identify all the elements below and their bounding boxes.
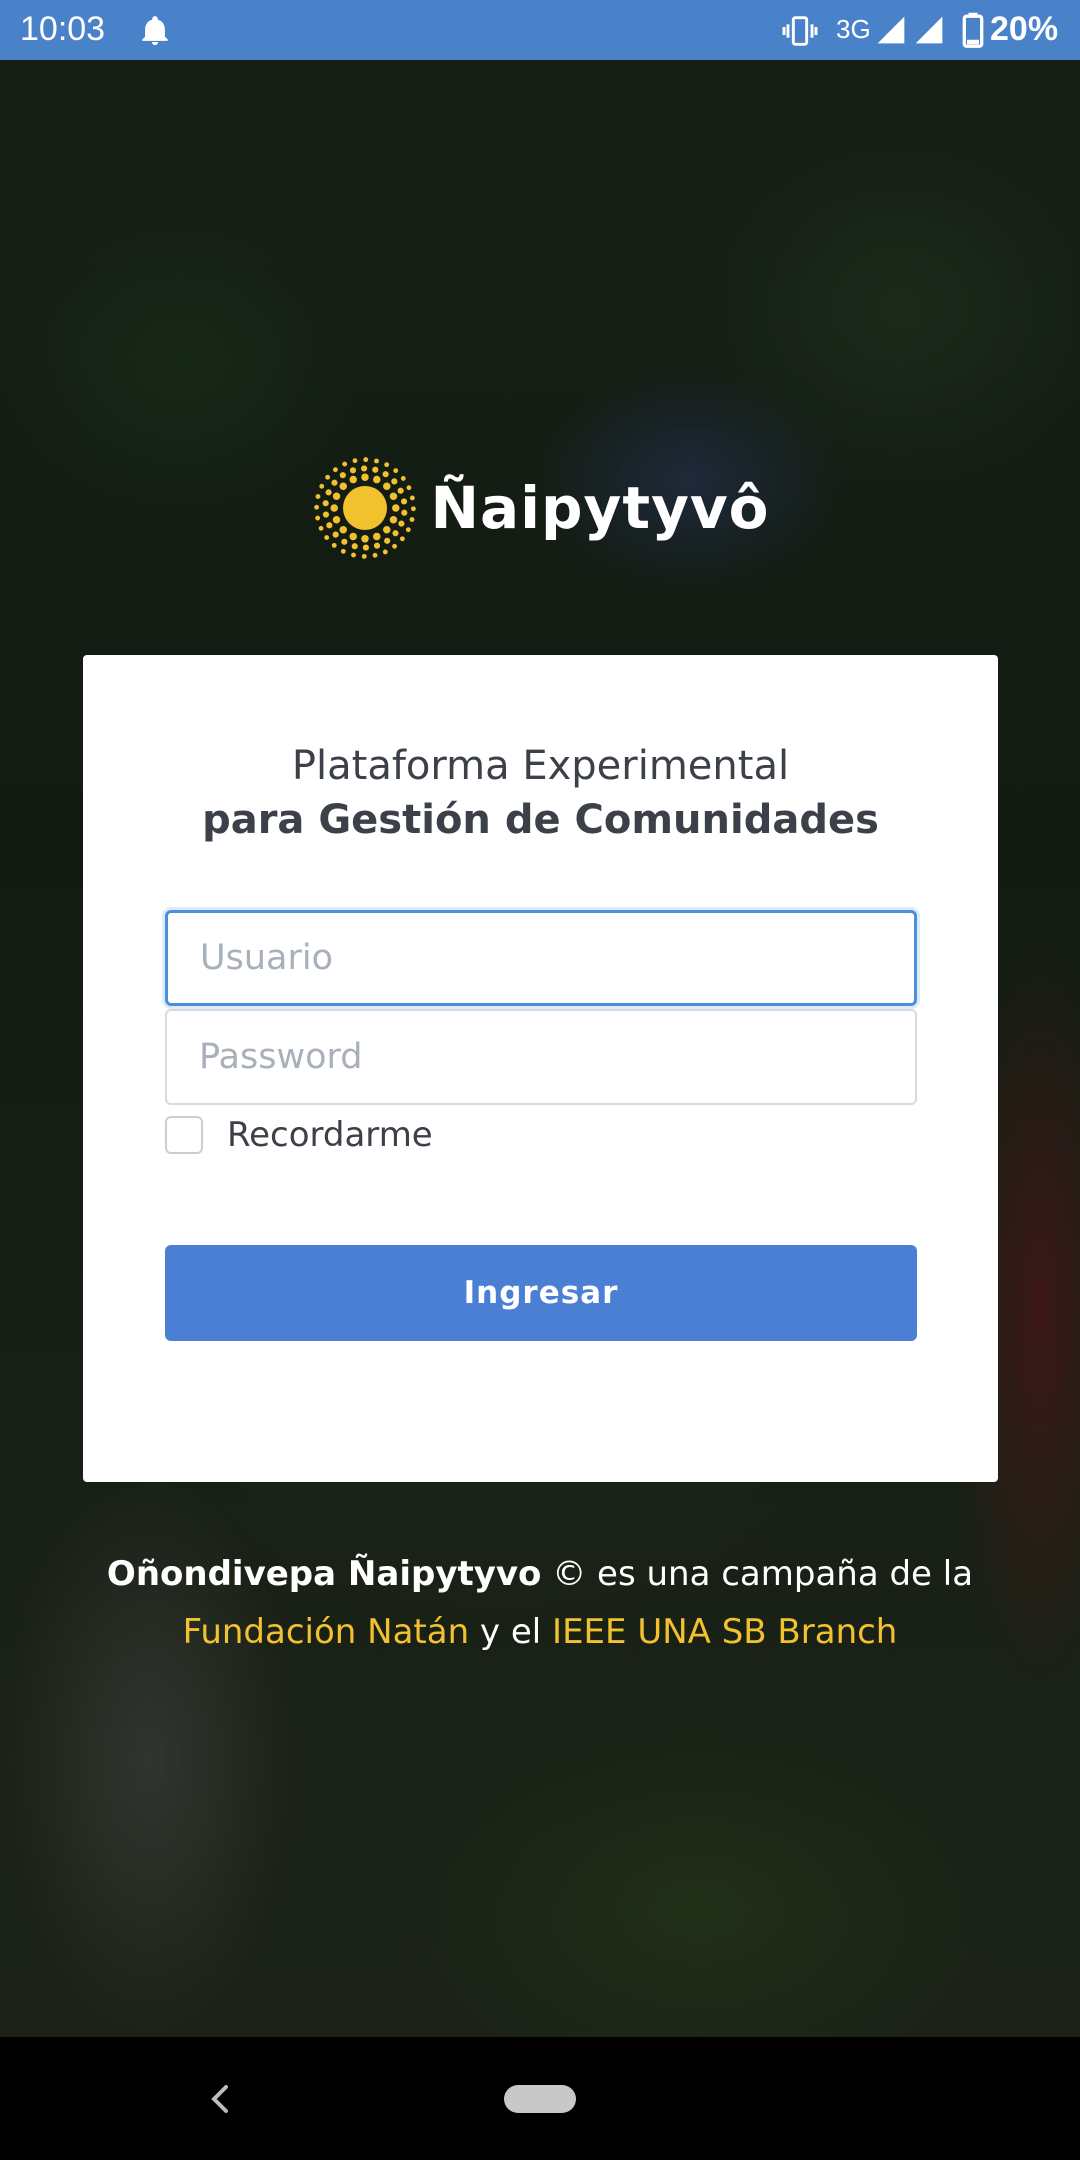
username-input[interactable] — [165, 910, 917, 1006]
logo-text: Ñaipytyvô — [430, 474, 770, 542]
password-input[interactable] — [165, 1009, 917, 1105]
home-pill-icon[interactable] — [504, 2085, 576, 2113]
status-time: 10:03 — [20, 10, 106, 48]
back-icon[interactable] — [205, 2081, 235, 2117]
signal-icon — [915, 16, 943, 44]
ieee-link[interactable]: IEEE UNA SB Branch — [552, 1612, 897, 1652]
card-subtitle: para Gestión de Comunidades — [202, 797, 879, 843]
status-bar: 10:03 3G 20% — [0, 0, 1080, 60]
footer-brand: Oñondivepa Ñaipytyvo — [106, 1554, 542, 1594]
remember-checkbox[interactable] — [165, 1116, 203, 1154]
app-logo: Ñaipytyvô — [0, 448, 1080, 568]
battery-percentage: 20% — [990, 10, 1059, 48]
card-title: Plataforma Experimental — [291, 743, 790, 789]
remember-me[interactable]: Recordarme — [165, 1115, 433, 1155]
battery-icon — [962, 12, 984, 48]
signal-icon — [877, 16, 905, 44]
remember-label: Recordarme — [227, 1115, 433, 1155]
vibrate-icon — [782, 16, 818, 46]
footer-line-1: Oñondivepa Ñaipytyvo © es una campaña de… — [0, 1545, 1080, 1603]
navigation-bar — [0, 2037, 1080, 2160]
footer-text-2: y el — [469, 1612, 553, 1652]
network-type: 3G — [836, 14, 871, 44]
footer-text-1: © es una campaña de la — [541, 1554, 974, 1594]
sun-icon — [314, 457, 417, 559]
login-card: Plataforma Experimental para Gestión de … — [83, 655, 998, 1482]
footer-line-2: Fundación Natán y el IEEE UNA SB Branch — [0, 1603, 1080, 1661]
bell-icon — [142, 16, 168, 46]
footer-credits: Oñondivepa Ñaipytyvo © es una campaña de… — [0, 1545, 1080, 1661]
fundacion-link[interactable]: Fundación Natán — [183, 1612, 470, 1652]
login-button[interactable]: Ingresar — [165, 1245, 917, 1341]
